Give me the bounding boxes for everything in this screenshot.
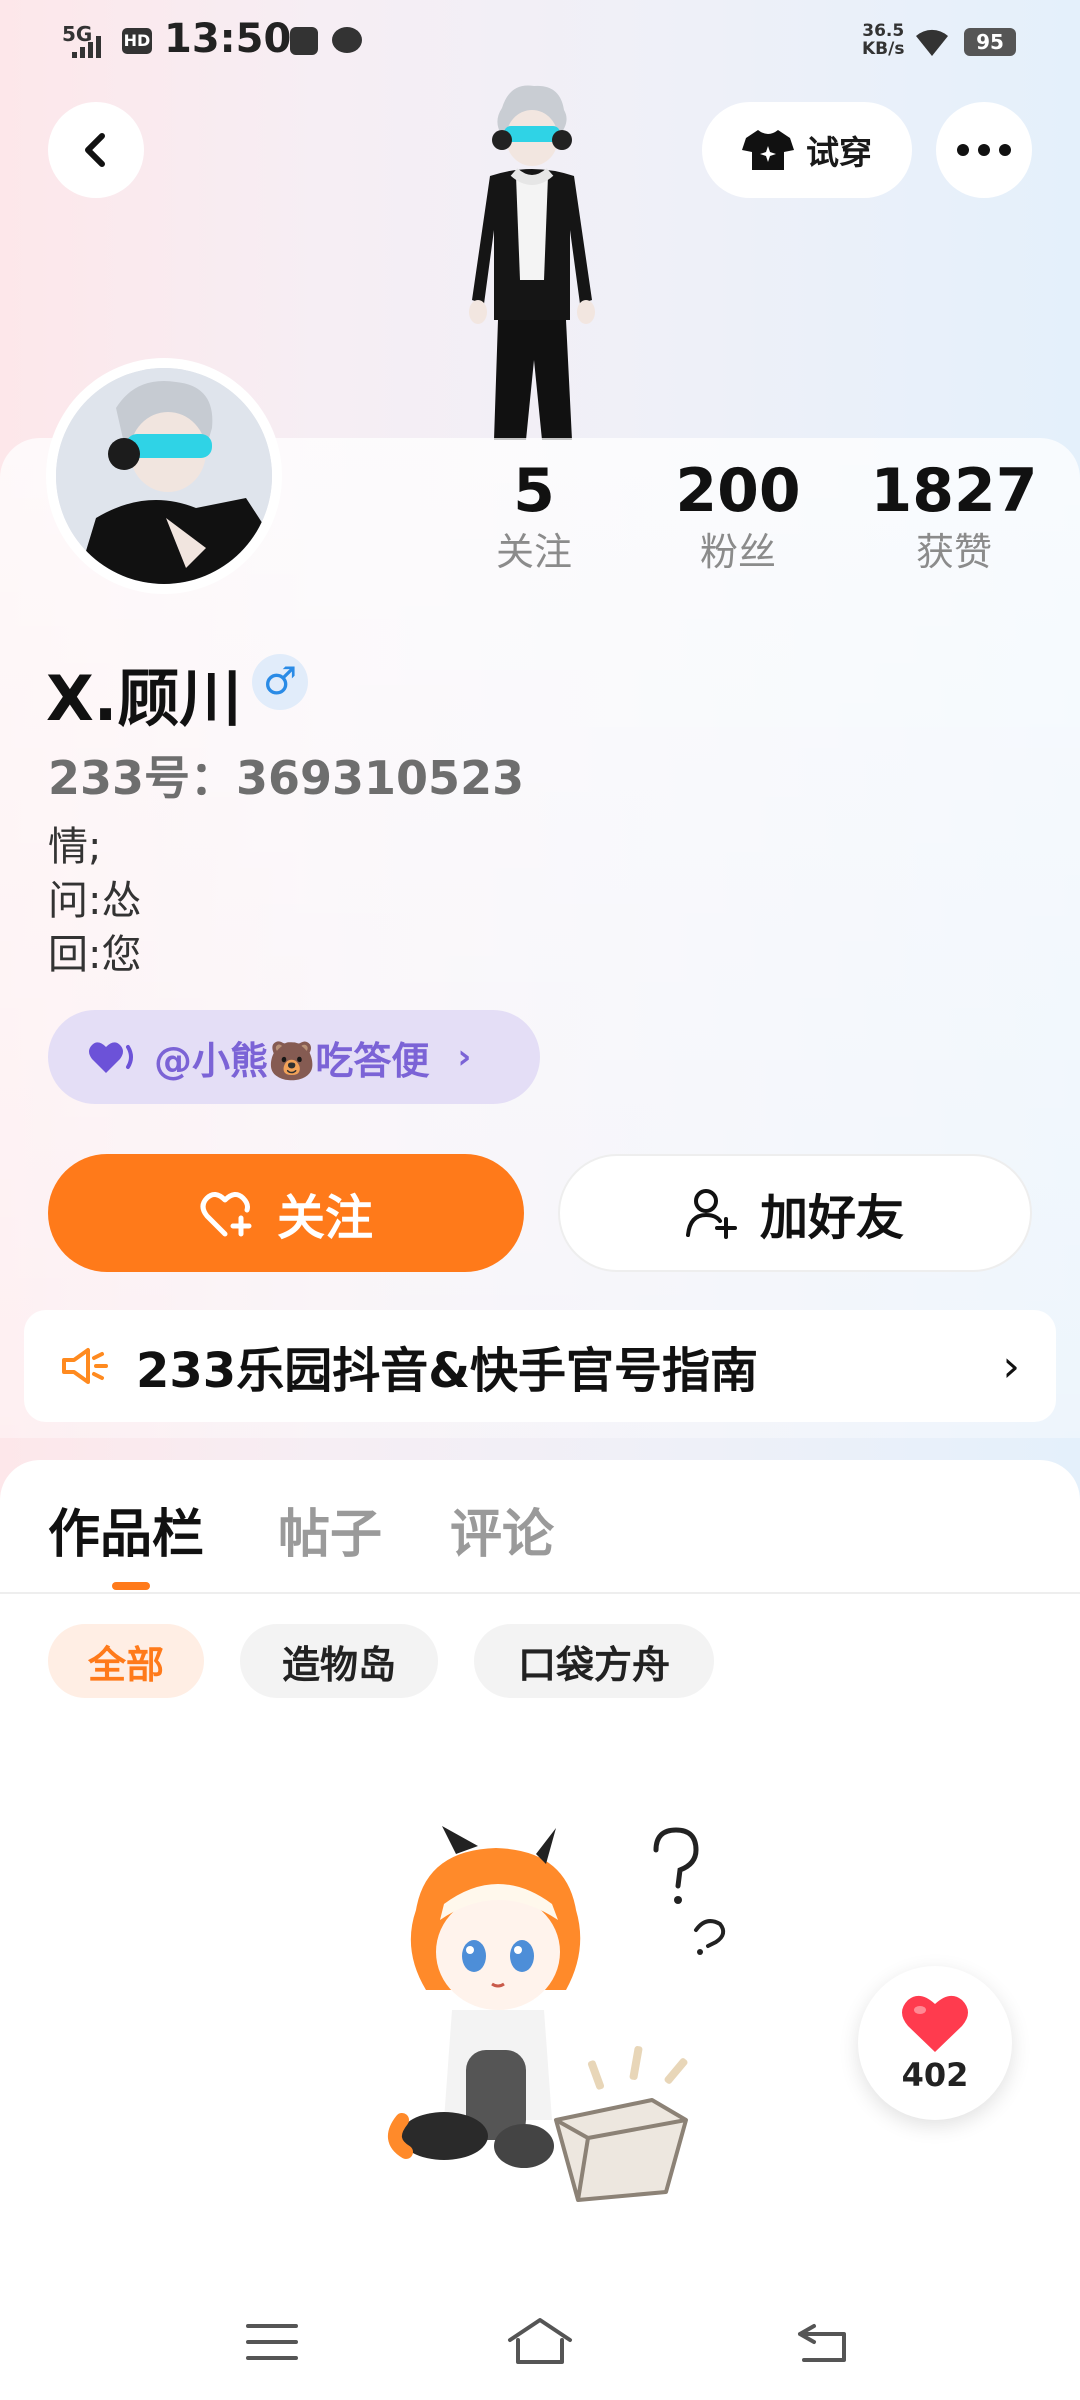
bio-line: 情; [48, 824, 102, 870]
stat-following-label: 关注 [495, 530, 572, 574]
video-icon [290, 27, 318, 55]
bio-line: 回:您 [48, 932, 142, 978]
bio: 情; 问:怂 回:您 [48, 820, 141, 982]
network-speed: 36.5 KB/s [862, 21, 905, 59]
tab-works[interactable]: 作品栏 [48, 1492, 204, 1567]
message-icon [332, 27, 362, 53]
tab-indicator [112, 1582, 150, 1590]
stat-likes-label: 获赞 [915, 530, 992, 574]
announcement-text: 233乐园抖音&快手官号指南 [136, 1343, 759, 1399]
heart-plus-icon [200, 1192, 252, 1237]
user-id: 233号：369310523 [48, 751, 525, 805]
signal-icon [72, 36, 101, 58]
follow-button[interactable]: 关注 [48, 1154, 524, 1272]
empty-state-illustration [388, 1826, 726, 2202]
avatar-image [56, 368, 272, 584]
more-button[interactable] [936, 102, 1032, 198]
back-nav-icon[interactable] [794, 2320, 850, 2364]
like-float-button[interactable]: 402 [858, 1966, 1012, 2120]
filter-creation-island[interactable]: 造物岛 [240, 1624, 438, 1698]
chevron-right-icon: › [457, 1037, 472, 1077]
wifi-icon [916, 29, 948, 56]
add-friend-label: 加好友 [759, 1190, 904, 1246]
stat-fans-label: 粉丝 [699, 530, 776, 574]
megaphone-icon [62, 1348, 108, 1384]
try-on-label: 试穿 [806, 133, 872, 172]
stat-fans[interactable]: 200 粉丝 [648, 455, 828, 577]
stat-likes-value: 1827 [870, 456, 1038, 526]
tab-comments[interactable]: 评论 [450, 1492, 554, 1567]
battery-indicator: 95 [964, 28, 1016, 56]
back-button[interactable] [48, 102, 144, 198]
bio-line: 问:怂 [48, 878, 142, 924]
filter-pocket-ark[interactable]: 口袋方舟 [474, 1624, 714, 1698]
hd-badge: HD [122, 28, 152, 54]
like-count: 402 [901, 2056, 969, 2094]
try-on-button[interactable]: 试穿 [702, 102, 912, 198]
stat-following[interactable]: 5 关注 [444, 455, 624, 577]
character-figure[interactable] [430, 80, 630, 440]
heart-wave-icon [89, 1042, 133, 1073]
more-dots-icon [957, 144, 1011, 156]
clock: 13:50 [164, 16, 292, 62]
relationship-tag[interactable]: @小熊🐻吃答便 › [48, 1010, 540, 1104]
system-nav-bar [0, 2290, 1080, 2400]
status-bar: 5G HD 13:50 36.5 KB/s 95 [0, 0, 1080, 80]
stat-likes[interactable]: 1827 获赞 [864, 455, 1044, 577]
avatar[interactable] [56, 368, 272, 584]
announcement-bar[interactable]: 233乐园抖音&快手官号指南 › [24, 1310, 1056, 1422]
add-user-icon [685, 1189, 737, 1239]
tab-posts[interactable]: 帖子 [278, 1492, 382, 1567]
follow-label: 关注 [276, 1190, 373, 1246]
username: X.顾川 [46, 662, 242, 735]
chevron-left-icon [85, 133, 105, 167]
stat-fans-value: 200 [675, 456, 801, 526]
tshirt-icon [742, 130, 794, 170]
relationship-tag-text: @小熊🐻吃答便 [154, 1038, 430, 1083]
stat-following-value: 5 [513, 456, 555, 526]
male-gender-icon: ♂ [252, 654, 308, 710]
add-friend-button[interactable]: 加好友 [558, 1154, 1032, 1272]
menu-icon[interactable] [244, 2320, 300, 2364]
filter-all[interactable]: 全部 [48, 1624, 204, 1698]
heart-icon [902, 1995, 968, 2052]
chevron-right-icon: › [1002, 1340, 1020, 1392]
home-icon[interactable] [504, 2314, 576, 2366]
